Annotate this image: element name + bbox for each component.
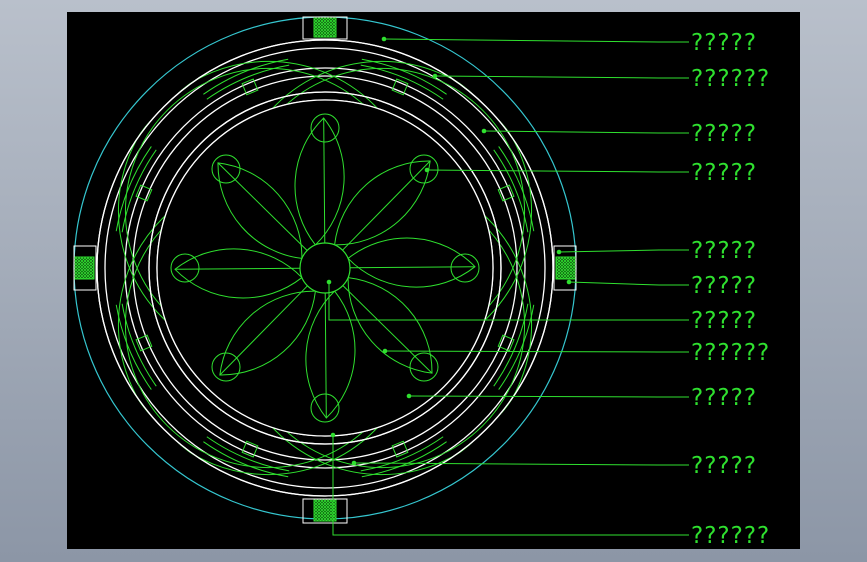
hatched-lug	[313, 16, 337, 38]
knot-square	[135, 184, 153, 202]
callout-label: ?????	[691, 238, 757, 264]
callout-label: ?????	[691, 160, 757, 186]
knot-square	[241, 78, 259, 96]
knot-square	[135, 334, 153, 352]
callout-label: ?????	[691, 385, 757, 411]
callout-label: ?????	[691, 453, 757, 479]
hatched-lug	[73, 256, 95, 280]
callout-label: ?????	[691, 30, 757, 56]
callout-label: ?????	[691, 308, 757, 334]
center-hub	[299, 242, 351, 294]
knot-square	[497, 334, 515, 352]
knot-square	[391, 78, 409, 96]
knot-square	[497, 184, 515, 202]
callout-label: ?????	[691, 121, 757, 147]
cad-drawing: ????????????????????????????????????????…	[67, 12, 800, 549]
drawing-viewport[interactable]: ????????????????????????????????????????…	[67, 12, 800, 549]
knot-square	[391, 440, 409, 458]
callout-label: ??????	[691, 66, 770, 92]
knot-square	[241, 440, 259, 458]
callout-label: ??????	[691, 523, 770, 549]
callout-label: ??????	[691, 340, 770, 366]
hatched-lug	[555, 256, 577, 280]
callout-label: ?????	[691, 273, 757, 299]
